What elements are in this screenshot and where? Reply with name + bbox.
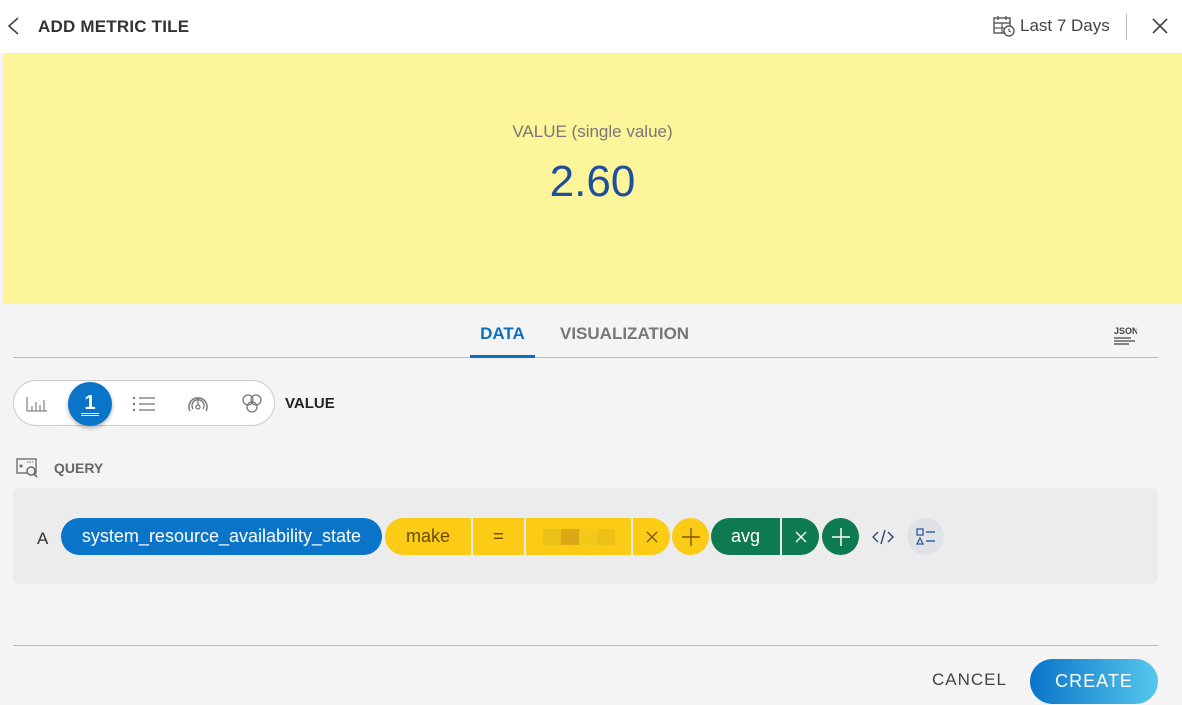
query-letter: A (37, 529, 49, 548)
format-list-icon (915, 527, 935, 545)
date-range-label: Last 7 Days (1020, 16, 1110, 35)
vis-type-list[interactable] (124, 384, 164, 424)
list-icon (132, 396, 155, 412)
aggregation-chip[interactable]: avg (711, 518, 780, 555)
date-range-button[interactable]: Last 7 Days (992, 15, 1110, 37)
vis-type-gauge[interactable] (178, 384, 218, 424)
json-icon[interactable]: JSON (1113, 324, 1137, 348)
add-filter-button[interactable] (672, 518, 709, 555)
vis-type-single-value[interactable]: 1 (68, 382, 112, 426)
gauge-icon (188, 397, 208, 412)
page-title: ADD METRIC TILE (38, 17, 190, 36)
close-icon (646, 531, 657, 542)
tab-visualization[interactable]: VISUALIZATION (560, 324, 689, 355)
preview-value: 2.60 (549, 157, 636, 206)
vis-type-honeycomb[interactable] (232, 384, 272, 424)
visualization-type-picker: 1 (13, 380, 275, 426)
footer-divider (13, 645, 1158, 646)
tab-data[interactable]: DATA (470, 324, 535, 358)
tile-preview: VALUE (single value) 2.60 (3, 53, 1182, 304)
header: ADD METRIC TILE Last 7 Days (0, 0, 1182, 53)
filter-value-chip[interactable] (526, 518, 631, 555)
visualization-type-label: VALUE (285, 395, 335, 412)
query-section-label: QUERY (54, 460, 104, 476)
bar-chart-icon (26, 397, 47, 412)
filter-operator-chip[interactable]: = (473, 518, 524, 555)
remove-aggregation-button[interactable] (782, 518, 819, 555)
svg-text:JSON: JSON (1114, 326, 1137, 336)
create-button[interactable]: CREATE (1030, 659, 1158, 704)
plus-icon (831, 527, 850, 546)
cancel-button[interactable]: CANCEL (932, 670, 1007, 690)
code-icon (872, 529, 894, 545)
redacted-value (542, 528, 615, 545)
close-icon (795, 531, 806, 542)
format-options-button[interactable] (907, 518, 944, 555)
metric-chip[interactable]: system_resource_availability_state (61, 518, 382, 555)
code-view-button[interactable] (871, 524, 895, 550)
header-divider (1126, 14, 1127, 40)
query-search-icon (16, 458, 38, 478)
plus-icon (681, 527, 700, 546)
preview-label: VALUE (single value) (512, 122, 673, 141)
filter-key-chip[interactable]: make (385, 518, 471, 555)
back-arrow-icon[interactable] (4, 14, 24, 38)
vis-type-bar-chart[interactable] (17, 384, 57, 424)
calendar-clock-icon (993, 16, 1015, 37)
close-icon[interactable] (1150, 16, 1170, 36)
single-value-icon: 1 (81, 393, 99, 416)
remove-filter-button[interactable] (633, 518, 670, 555)
tab-bar: DATA VISUALIZATION JSON (13, 318, 1158, 358)
honeycomb-icon (242, 394, 262, 413)
add-function-button[interactable] (822, 518, 859, 555)
